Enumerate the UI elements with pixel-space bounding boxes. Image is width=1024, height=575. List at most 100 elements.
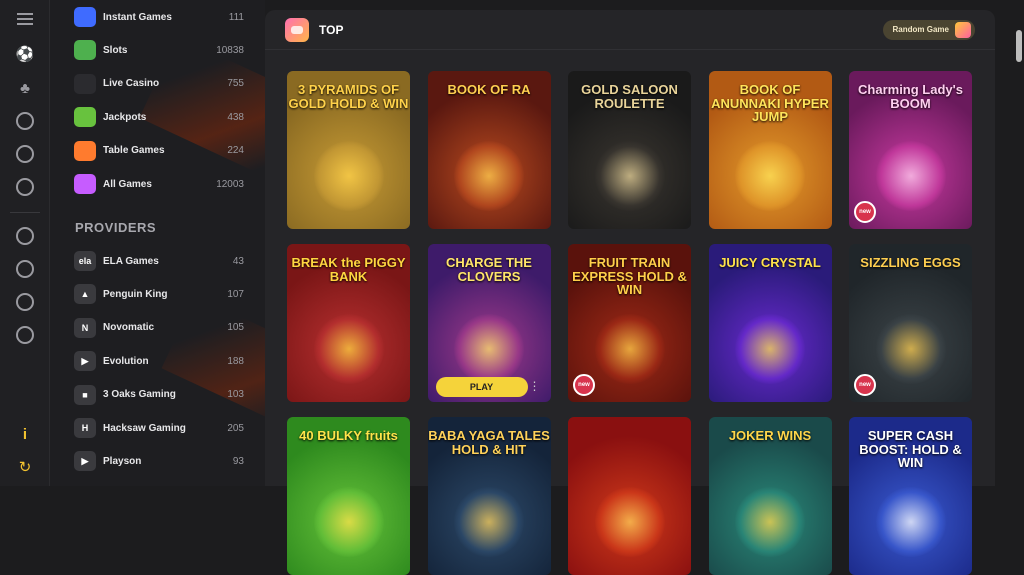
- game-artwork: [735, 141, 805, 211]
- game-tile[interactable]: SIZZLING EGGS new: [849, 244, 972, 402]
- game-tile[interactable]: 40 BULKY fruits: [287, 417, 410, 575]
- game-tile[interactable]: FRUIT TRAIN EXPRESS HOLD & WIN new: [568, 244, 691, 402]
- game-title: SUPER CASH BOOST: HOLD & WIN: [859, 428, 962, 471]
- provider-item[interactable]: ela ELA Games 43: [74, 250, 244, 272]
- game-artwork: [875, 487, 946, 557]
- game-tile[interactable]: 3 PYRAMIDS OF GOLD HOLD & WIN: [287, 71, 410, 229]
- category-label: Live Casino: [103, 78, 160, 90]
- provider-count: 188: [227, 355, 244, 367]
- icon-rail: ⚽ ♣ i ↻: [0, 0, 50, 486]
- provider-count: 43: [232, 255, 244, 267]
- category-item[interactable]: Table Games 224: [74, 140, 244, 162]
- play-button[interactable]: PLAY: [435, 377, 528, 397]
- category-icon: [74, 140, 96, 161]
- provider-count: 205: [227, 422, 244, 434]
- more-options-icon[interactable]: ⋮: [529, 379, 541, 393]
- game-title: FRUIT TRAIN EXPRESS HOLD & WIN: [572, 255, 687, 298]
- dice-icon: [955, 21, 971, 38]
- category-count: 111: [228, 11, 244, 23]
- game-title: SIZZLING EGGS: [860, 255, 961, 270]
- game-tile[interactable]: BOOK OF RA: [427, 71, 551, 229]
- category-item[interactable]: Slots 10838: [74, 39, 244, 61]
- game-tile[interactable]: Charming Lady's BOOM new: [849, 71, 972, 229]
- category-item[interactable]: Jackpots 438: [74, 106, 244, 128]
- club-icon[interactable]: ♣: [14, 77, 36, 99]
- game-artwork: [313, 487, 384, 557]
- game-artwork: [594, 141, 665, 211]
- provider-count: 107: [227, 288, 244, 300]
- game-tile[interactable]: JOKER WINS: [708, 417, 832, 575]
- category-icon: [74, 107, 96, 128]
- briefcase-icon[interactable]: [14, 324, 36, 346]
- provider-item[interactable]: N Novomatic 105: [74, 317, 244, 339]
- new-badge: new: [854, 374, 876, 396]
- provider-item[interactable]: ■ 3 Oaks Gaming 103: [74, 384, 244, 406]
- game-tile[interactable]: JUICY CRYSTAL: [708, 244, 832, 402]
- game-title: JUICY CRYSTAL: [719, 255, 821, 270]
- provider-label: Penguin King: [103, 288, 168, 300]
- provider-label: Hacksaw Gaming: [103, 422, 186, 434]
- category-icon: [74, 174, 96, 194]
- refresh-icon[interactable]: ↻: [14, 456, 36, 478]
- category-label: Instant Games: [103, 11, 172, 23]
- game-title: BOOK OF RA: [447, 82, 531, 97]
- provider-label: Playson: [103, 455, 142, 467]
- game-artwork: [735, 314, 805, 384]
- game-tile[interactable]: [568, 417, 691, 575]
- crosshair-icon[interactable]: [14, 225, 36, 247]
- basketball-icon[interactable]: [14, 110, 36, 132]
- game-title: 3 PYRAMIDS OF GOLD HOLD & WIN: [288, 82, 409, 111]
- provider-label: Novomatic: [103, 322, 155, 334]
- game-artwork: [313, 141, 384, 211]
- game-title: CHARGE THE CLOVERS: [446, 255, 532, 284]
- game-artwork: [594, 314, 665, 384]
- category-sidebar: Instant Games 111 Slots 10838 Live Casin…: [50, 0, 265, 486]
- provider-item[interactable]: ▶ Playson 93: [74, 450, 244, 472]
- game-artwork: [313, 314, 384, 384]
- soccer-ball-icon[interactable]: ⚽: [14, 43, 36, 65]
- provider-count: 105: [227, 322, 244, 334]
- trophy-icon[interactable]: [14, 291, 36, 313]
- star-icon[interactable]: [14, 258, 36, 280]
- scrollbar[interactable]: [1016, 30, 1022, 62]
- game-artwork: [594, 487, 665, 557]
- game-tile[interactable]: GOLD SALOON ROULETTE: [568, 71, 691, 229]
- wifi-icon[interactable]: [14, 143, 36, 165]
- game-tile[interactable]: BREAK the PIGGY BANK: [287, 244, 410, 402]
- provider-logo: ▶: [74, 351, 96, 372]
- game-artwork: [875, 141, 946, 211]
- menu-icon[interactable]: [14, 8, 36, 30]
- provider-logo: ▲: [74, 284, 96, 305]
- game-artwork: [875, 314, 946, 384]
- game-tile[interactable]: CHARGE THE CLOVERS PLAY ⋮: [427, 244, 551, 402]
- provider-item[interactable]: ▲ Penguin King 107: [74, 283, 244, 305]
- random-game-button[interactable]: Random Game: [882, 19, 975, 40]
- category-icon: [74, 40, 96, 61]
- new-badge: new: [573, 374, 595, 396]
- category-count: 10838: [216, 44, 244, 56]
- category-icon: [74, 73, 96, 94]
- game-title: BABA YAGA TALES HOLD & HIT: [428, 428, 550, 457]
- provider-logo: ela: [74, 251, 96, 271]
- game-tile[interactable]: SUPER CASH BOOST: HOLD & WIN: [849, 417, 972, 575]
- info-icon[interactable]: i: [14, 423, 36, 445]
- providers-heading: PROVIDERS: [75, 220, 157, 235]
- divider: [10, 212, 40, 213]
- provider-item[interactable]: ▶ Evolution 188: [74, 350, 244, 372]
- game-artwork: [735, 487, 805, 557]
- game-artwork: [454, 314, 524, 384]
- category-item[interactable]: Live Casino 755: [74, 73, 244, 95]
- game-title: JOKER WINS: [728, 428, 812, 443]
- provider-logo: ▶: [74, 451, 96, 472]
- category-count: 12003: [216, 178, 244, 190]
- game-tile[interactable]: BABA YAGA TALES HOLD & HIT: [427, 417, 551, 575]
- provider-label: 3 Oaks Gaming: [103, 389, 176, 401]
- category-item[interactable]: Instant Games 111: [74, 6, 244, 28]
- provider-item[interactable]: H Hacksaw Gaming 205: [74, 417, 244, 439]
- games-panel: TOP Random Game 3 PYRAMIDS OF GOLD HOLD …: [265, 10, 995, 575]
- globe-icon[interactable]: [14, 176, 36, 198]
- category-item[interactable]: All Games 12003: [74, 173, 244, 195]
- panel-header: TOP Random Game: [265, 10, 995, 50]
- game-title: GOLD SALOON ROULETTE: [581, 82, 678, 111]
- game-tile[interactable]: BOOK OF ANUNNAKI HYPER JUMP: [708, 71, 832, 229]
